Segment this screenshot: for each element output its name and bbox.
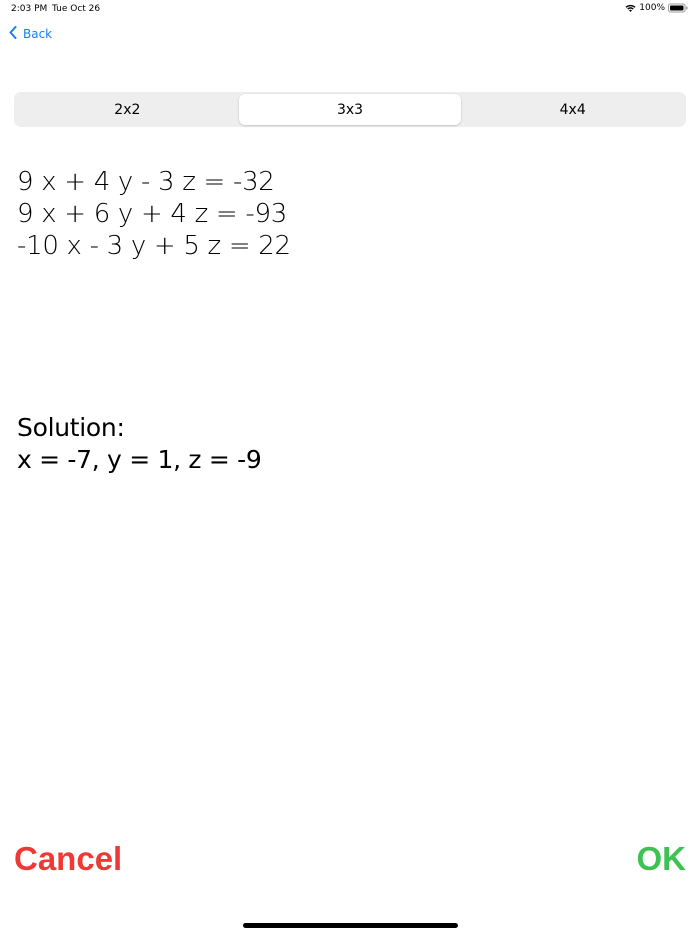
equation-line: 9 x + 4 y - 3 z = -32 [17, 167, 275, 197]
wifi-icon [625, 4, 636, 13]
battery-icon [668, 3, 688, 13]
solution-heading: Solution: [17, 413, 125, 442]
segment-label: 3x3 [336, 101, 364, 118]
back-button[interactable]: Back [9, 26, 52, 42]
segment-label: 4x4 [559, 101, 586, 118]
equation-line: 9 x + 6 y + 4 z = -93 [17, 199, 287, 229]
segment-4x4[interactable]: 4x4 [461, 94, 684, 125]
segment-3x3[interactable]: 3x3 [238, 94, 462, 125]
matrix-size-selector: 2x2 3x3 4x4 [14, 92, 686, 127]
segment-2x2[interactable]: 2x2 [16, 94, 239, 125]
home-indicator[interactable] [243, 923, 458, 928]
segment-label: 2x2 [114, 101, 141, 118]
back-label: Back [23, 27, 53, 41]
battery-percent: 100% [639, 3, 665, 13]
equation-line: -10 x - 3 y + 5 z = 22 [17, 231, 291, 261]
status-time: 2:03 PM [11, 4, 48, 14]
solution-block: Solution: x = -7, y = 1, z = -9 [17, 412, 262, 476]
ok-button[interactable]: OK [637, 840, 687, 878]
solution-value: x = -7, y = 1, z = -9 [17, 445, 262, 474]
cancel-button[interactable]: Cancel [14, 840, 122, 878]
status-bar: 2:03 PM Tue Oct 26 100% [0, 0, 700, 18]
chevron-left-icon [9, 26, 17, 42]
status-right: 100% [625, 3, 688, 13]
status-date: Tue Oct 26 [52, 4, 101, 14]
equation-system: 9 x + 4 y - 3 z = -32 9 x + 6 y + 4 z = … [17, 166, 291, 262]
